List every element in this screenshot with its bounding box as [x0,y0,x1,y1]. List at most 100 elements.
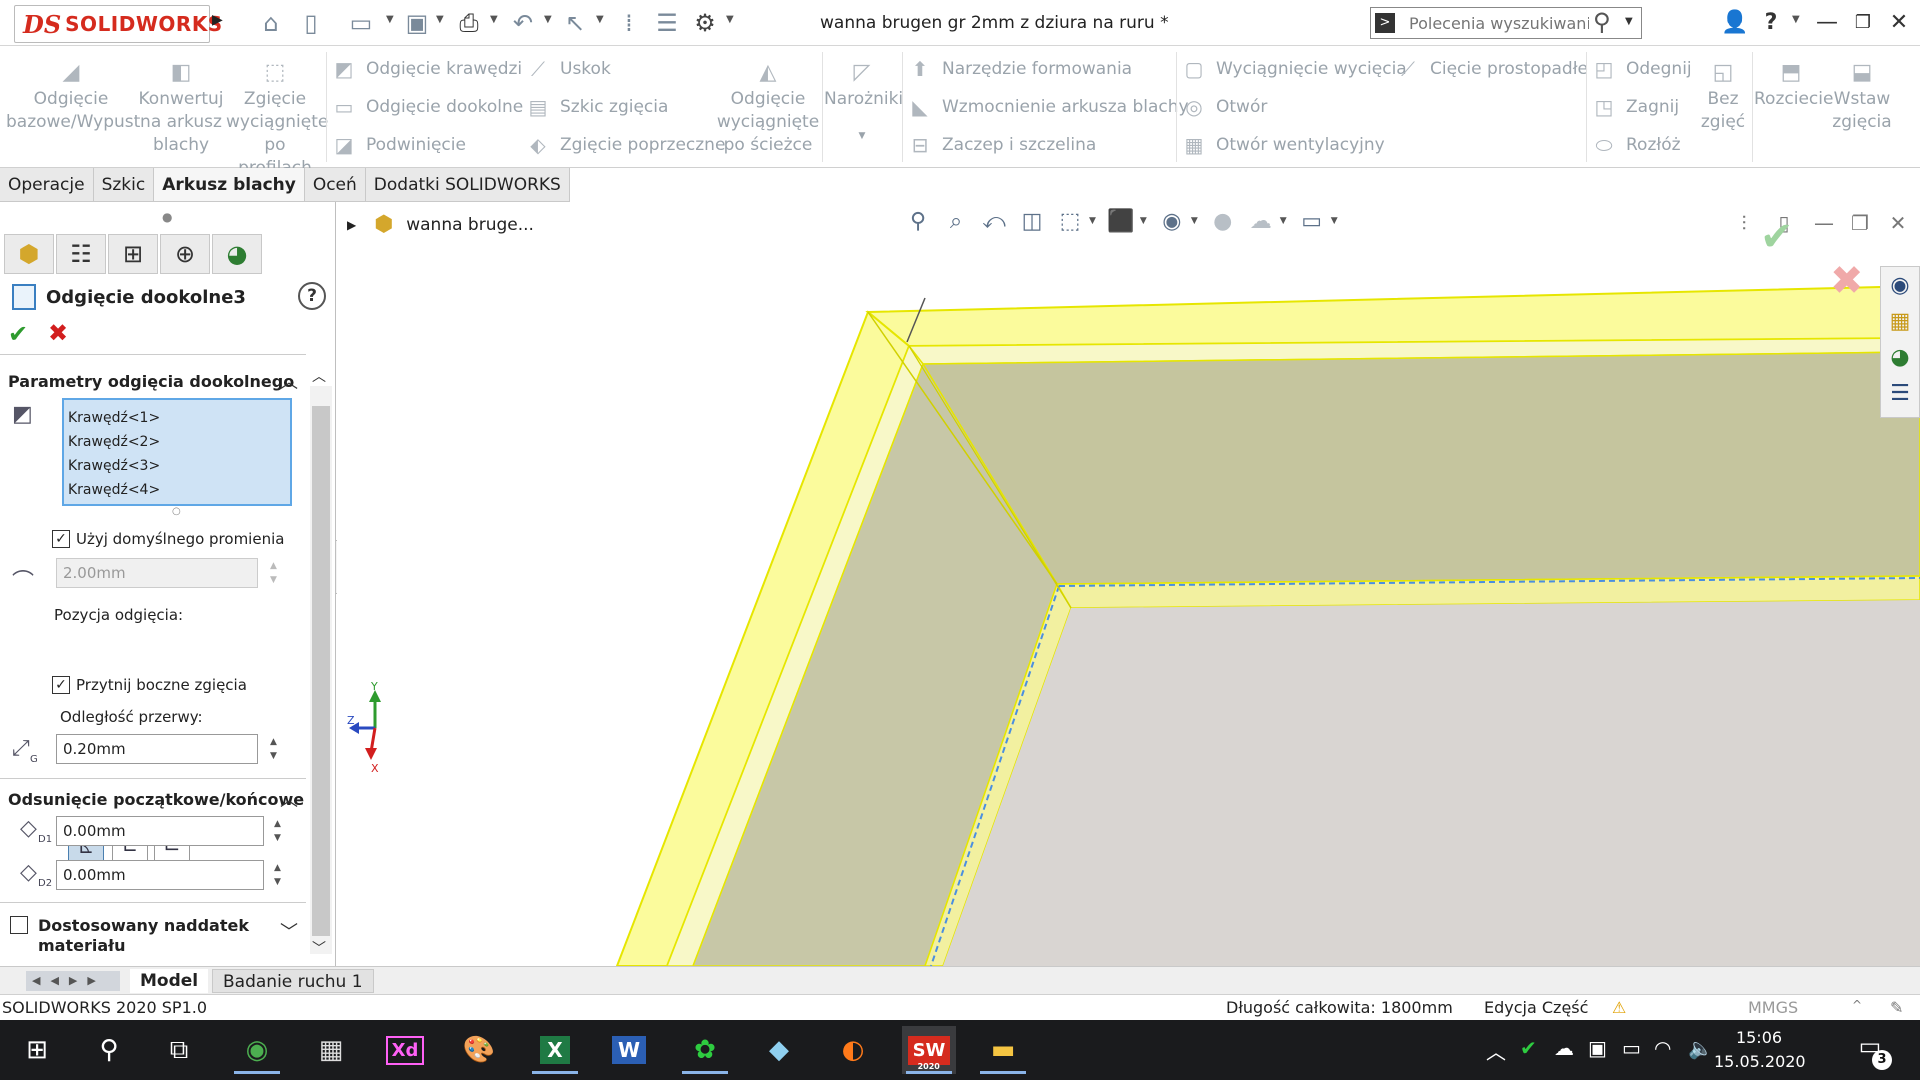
end-offset-spin-down-icon[interactable]: ▼ [274,876,281,888]
unfold-button[interactable]: ◰ Odegnij [1592,54,1692,84]
home-icon[interactable]: ⌂ [256,8,286,38]
onedrive-icon[interactable]: ☁ [1554,1036,1574,1060]
list-item[interactable]: Krawędź<1> [68,406,286,430]
tab-sketch[interactable]: Szkic [93,168,155,202]
use-default-radius-checkbox[interactable]: ✓ [52,530,70,548]
antivirus-tray-icon[interactable]: ✔ [1520,1036,1537,1060]
view-orientation-dropdown-icon[interactable]: ▼ [1089,216,1096,226]
camera-tray-icon[interactable]: ▣ [1588,1036,1607,1060]
menu-expand-icon[interactable]: ▶ [212,12,223,28]
radius-spin-up-icon[interactable]: ▲ [270,560,277,572]
list-item[interactable]: Krawędź<3> [68,454,286,478]
fold-button[interactable]: ◳ Zagnij [1592,92,1680,122]
unit-system-caret[interactable]: ^ [1852,998,1862,1012]
notifications-icon[interactable]: ▭ 3 [1852,1032,1892,1070]
scene-dropdown-icon[interactable]: ▼ [1280,216,1287,226]
edit-appearance-icon[interactable]: ● [1204,209,1242,234]
ok-check-icon[interactable]: ✔ [8,320,28,348]
tab-evaluate[interactable]: Oceń [304,168,366,202]
restore-button[interactable]: ❐ [1846,6,1880,40]
configuration-manager-tab-icon[interactable]: ⊞ [108,234,158,274]
cross-break-button[interactable]: ⬖ Zgięcie poprzeczne [526,130,725,160]
solidworks-taskbar-icon[interactable]: SW 2020 [902,1026,956,1074]
confirm-corner-ok-icon[interactable]: ✔ [1760,214,1794,260]
gusset-button[interactable]: ◣ Wzmocnienie arkusza blachy [908,92,1188,122]
close-button[interactable]: ✕ [1882,6,1916,40]
print-icon[interactable]: ⎙ [454,8,484,38]
volume-icon[interactable]: 🔈 [1688,1036,1713,1060]
display-style-dropdown-icon[interactable]: ▼ [1140,216,1147,226]
solidworks-resources-icon[interactable]: ◉ [1885,271,1915,301]
bend-radius-field[interactable] [56,558,258,588]
normal-cut-button[interactable]: ⟋ Cięcie prostopadłe [1396,54,1588,84]
tray-expand-icon[interactable]: ︿ [1486,1036,1506,1065]
custom-properties-icon[interactable]: ☰ [1885,379,1915,409]
tab-slot-button[interactable]: ⊟ Zaczep i szczelina [908,130,1097,160]
clock[interactable]: 15:06 15.05.2020 [1714,1026,1806,1074]
help-icon[interactable]: ? [1754,6,1788,40]
edge-selection-list[interactable]: Krawędź<1> Krawędź<2> Krawędź<3> Krawędź… [62,398,292,506]
file-properties-icon[interactable]: ☰ [652,8,682,38]
help-icon[interactable]: ? [298,282,326,310]
feature-tree-root[interactable]: ▶ ⬢ wanna bruge... [347,212,534,238]
tab-addins[interactable]: Dodatki SOLIDWORKS [365,168,570,202]
collapse-chevron-up-icon[interactable]: ︿ [280,786,298,812]
view-settings-dropdown-icon[interactable]: ▼ [1331,216,1338,226]
corners-button[interactable]: ◸ Narożniki ▼ [824,60,903,148]
lofted-bend-button[interactable]: ⬚ Zgięcie wyciągnięte po profilach [226,60,328,180]
vent-button[interactable]: ▦ Otwór wentylacyjny [1182,130,1385,160]
viewport-minimize-icon[interactable]: — [1809,208,1839,238]
tab-motion-study[interactable]: Badanie ruchu 1 [212,969,374,993]
feature-manager-tab-icon[interactable]: ⬢ [4,234,54,274]
gap-distance-field[interactable] [56,734,258,764]
jog-button[interactable]: ⟋ Uskok [526,54,611,84]
start-offset-field[interactable] [56,816,264,846]
radius-spin-down-icon[interactable]: ▼ [270,574,277,586]
panel-grip-icon[interactable]: ● [162,210,172,224]
select-dropdown-icon[interactable]: ▼ [596,14,604,25]
appearances-icon[interactable]: ◕ [1885,343,1915,373]
rebuild-warning-icon[interactable]: ⚠ [1612,998,1626,1017]
icq-icon[interactable]: ✿ [678,1026,732,1074]
display-style-icon[interactable]: ⬛ [1102,209,1140,234]
search-icon[interactable]: ⚲ [1593,8,1611,36]
custom-allowance-checkbox[interactable] [10,916,28,934]
edge-flange-button[interactable]: ◩ Odgięcie krawędzi [332,54,523,84]
hide-show-dropdown-icon[interactable]: ▼ [1191,216,1198,226]
start-end-offset-group-title[interactable]: Odsunięcie początkowe/końcowe [8,790,304,809]
adobe-xd-icon[interactable]: Xd [378,1026,432,1074]
sketched-bend-button[interactable]: ▤ Szkic zgięcia [526,92,669,122]
trim-side-bends-checkbox[interactable]: ✓ [52,676,70,694]
options-gear-icon[interactable]: ⚙ [690,8,720,38]
design-library-icon[interactable]: ▦ [1885,307,1915,337]
miter-flange-button[interactable]: ▭ Odgięcie dookolne [332,92,524,122]
tab-model[interactable]: Model [130,969,209,993]
end-offset-field[interactable] [56,860,264,890]
rip-button[interactable]: ⬒ Rozciecie [1754,60,1833,111]
search-input[interactable] [1409,11,1589,35]
list-item[interactable]: Krawędź<4> [68,478,286,502]
solidworks-logo[interactable]: DS SOLIDWORKS [14,5,222,43]
scrollbar-thumb[interactable] [312,406,330,936]
viewport-tile-icon[interactable]: ⫶ [1729,208,1759,238]
base-flange-button[interactable]: ◢ Odgięcie bazowe/Wypust [6,60,140,134]
undo-icon[interactable]: ↶ [508,8,538,38]
section-view-icon[interactable]: ◫ [1013,209,1051,234]
new-document-icon[interactable]: ▯ [296,8,326,38]
open-dropdown-icon[interactable]: ▼ [386,14,394,25]
calculator-icon[interactable]: ▦ [304,1026,358,1074]
apply-scene-icon[interactable]: ☁ [1242,209,1280,234]
search-icon[interactable]: ⚲ [82,1026,136,1074]
forming-tool-button[interactable]: ⬆ Narzędzie formowania [908,54,1132,84]
print-dropdown-icon[interactable]: ▼ [490,14,498,25]
rebuild-traffic-light-icon[interactable]: ⁞ [614,8,644,38]
search-dropdown-icon[interactable]: ▼ [1625,16,1633,27]
display-manager-tab-icon[interactable]: ◕ [212,234,262,274]
open-folder-icon[interactable]: ▭ [346,8,376,38]
wifi-icon[interactable]: ◠ [1654,1036,1671,1060]
file-explorer-icon[interactable]: ▬ [976,1026,1030,1074]
start-offset-spin-up-icon[interactable]: ▲ [274,818,281,830]
sheet-metal-model[interactable] [337,202,1920,966]
save-dropdown-icon[interactable]: ▼ [436,14,444,25]
task-view-icon[interactable]: ⧉ [152,1026,206,1074]
